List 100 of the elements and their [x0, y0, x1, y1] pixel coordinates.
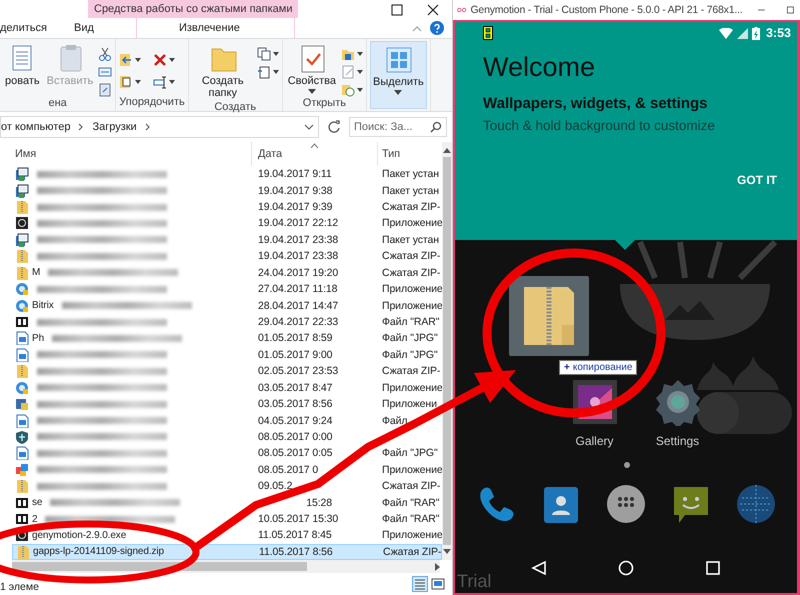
type-cell: Приложение	[382, 283, 443, 296]
column-header[interactable]: Тип	[378, 142, 440, 166]
app-shortcut[interactable]: Settings	[654, 378, 702, 448]
caret-icon[interactable]	[357, 88, 364, 92]
file-row[interactable]: 19.04.2017 9:38 Пакет устан	[0, 182, 442, 199]
scroll-down-icon[interactable]	[443, 549, 451, 554]
vertical-scrollbar[interactable]	[442, 142, 452, 560]
copy-path-icon[interactable]	[98, 65, 112, 79]
file-row[interactable]: 08.05.2017 0 Приложение	[0, 462, 442, 478]
details-view-icon[interactable]	[412, 576, 428, 592]
ribbon-button[interactable]: Создать папку	[192, 41, 254, 101]
caret-icon[interactable]	[135, 58, 142, 62]
got-it-button[interactable]: GOT IT	[729, 169, 785, 191]
move-to-icon[interactable]	[119, 53, 134, 67]
file-row[interactable]: 03.05.2017 8:56 Приложени	[0, 396, 442, 412]
file-row[interactable]: 19.04.2017 9:11 Пакет устан	[0, 166, 442, 182]
caret-icon[interactable]	[357, 70, 364, 74]
ribbon-tab[interactable]: Вид	[74, 18, 106, 38]
refresh-icon[interactable]	[327, 120, 341, 134]
file-row[interactable]: 27.04.2017 11:18 Приложение	[0, 280, 442, 298]
file-name: genymotion-2.9.0.exe	[32, 530, 126, 541]
large-icons-view-icon[interactable]	[430, 576, 446, 592]
new-item-icon[interactable]	[256, 47, 271, 61]
ribbon-tab[interactable]: Извлечение	[136, 18, 295, 38]
type-cell: Сжатая ZIP-	[382, 250, 440, 262]
file-row[interactable]: Ph 01.05.2017 8:59 Файл "JPG"	[0, 330, 442, 347]
date-cell: 08.05.2017 0	[258, 464, 318, 476]
clock: 3:53	[766, 26, 791, 40]
file-row[interactable]: 19.04.2017 22:12 Приложение	[0, 215, 442, 232]
caret-icon[interactable]	[272, 70, 279, 74]
file-row[interactable]: 02.05.2017 23:53 Сжатая ZIP-	[0, 363, 442, 380]
ribbon-tab[interactable]: делиться	[0, 18, 74, 38]
scroll-up-icon[interactable]	[443, 148, 451, 153]
close-icon[interactable]	[427, 4, 439, 16]
scroll-right-icon[interactable]	[435, 562, 440, 570]
page-indicator-dot[interactable]	[624, 462, 630, 468]
history-icon[interactable]	[341, 83, 356, 97]
ribbon-button[interactable]: ровать	[3, 41, 42, 97]
globe-icon[interactable]	[736, 484, 776, 524]
file-row[interactable]: 2 10.05.2017 15:30 Файл "RAR"	[0, 510, 442, 528]
collapse-ribbon-icon[interactable]	[412, 24, 422, 32]
open-folder-icon[interactable]	[341, 47, 356, 61]
zip-folder-icon	[16, 544, 30, 559]
file-row[interactable]: 19.04.2017 23:38 Пакет устан	[0, 232, 442, 248]
app-shortcut[interactable]: Gallery	[570, 378, 618, 448]
scroll-thumb[interactable]	[443, 157, 451, 545]
archive-icon	[15, 315, 29, 329]
caret-icon[interactable]	[357, 52, 364, 56]
file-row[interactable]: M 24.04.2017 19:20 Сжатая ZIP-	[0, 264, 442, 281]
file-row[interactable]: 09.05.2 Сжатая ZIP-	[0, 478, 442, 494]
search-field[interactable]: Поиск: За...	[349, 117, 447, 137]
caret-icon[interactable]	[135, 80, 142, 84]
file-row[interactable]: 04.05.2017 9:24 Файл	[0, 412, 442, 429]
file-row[interactable]: se 15:28 Файл "RAR"	[0, 494, 442, 511]
breadcrumb[interactable]: Загрузки	[92, 121, 137, 133]
type-cell: Файл	[382, 414, 408, 427]
paste-shortcut-icon[interactable]	[98, 83, 112, 97]
breadcrumb[interactable]: от компьютер	[1, 121, 70, 133]
copy-to-icon[interactable]	[119, 75, 134, 89]
status-text: 1 элеме	[0, 581, 39, 595]
caret-icon[interactable]	[272, 52, 279, 56]
dragged-file-tile[interactable]	[509, 276, 589, 356]
file-row[interactable]: 19.04.2017 23:38 Сжатая ZIP-	[0, 248, 442, 265]
column-header[interactable]: Дата	[252, 142, 378, 166]
scissors-icon[interactable]	[98, 47, 112, 61]
date-cell: 04.05.2017 9:24	[258, 414, 332, 427]
file-row[interactable]: genymotion-2.9.0.exe 11.05.2017 8:45 Приложение	[0, 527, 442, 544]
caret-icon[interactable]	[169, 58, 176, 62]
maximize-icon[interactable]	[787, 5, 794, 15]
caret-icon[interactable]	[169, 80, 176, 84]
signal-icon	[736, 28, 748, 38]
app-drawer-icon[interactable]	[606, 484, 646, 524]
file-row[interactable]: Bitrix 28.04.2017 14:47 Приложение	[0, 297, 442, 314]
home-icon[interactable]	[618, 560, 634, 576]
rename-icon[interactable]	[153, 75, 168, 89]
file-row[interactable]: 01.05.2017 9:00 Файл "JPG"	[0, 346, 442, 364]
type-cell: Пакет устан	[382, 184, 439, 197]
date-cell: 19.04.2017 22:12	[258, 217, 338, 230]
help-icon[interactable]	[430, 21, 444, 35]
file-row[interactable]: 03.05.2017 8:47 Приложение	[0, 379, 442, 396]
ribbon-button[interactable]: Выделить	[370, 41, 427, 109]
file-name: 2	[32, 514, 38, 525]
date-cell: 28.04.2017 14:47	[258, 300, 338, 312]
file-row[interactable]: gapps-lp-20141109-signed.zip 11.05.2017 8:56 Сжатая ZIP-	[12, 544, 442, 560]
file-row[interactable]: 29.04.2017 22:33 Файл "RAR"	[0, 314, 442, 330]
maximize-icon[interactable]	[391, 4, 403, 16]
delete-icon[interactable]	[153, 53, 168, 67]
notification-icon	[483, 26, 493, 40]
address-bar[interactable]: от компьютер Загрузки	[0, 116, 319, 138]
column-header[interactable]: Имя	[0, 142, 252, 166]
file-row[interactable]: 19.04.2017 9:39 Сжатая ZIP-	[0, 198, 442, 216]
dropdown-icon[interactable]	[304, 124, 314, 130]
back-icon[interactable]	[530, 560, 547, 576]
file-row[interactable]: 08.05.2017 0:05 Файл "JPG"	[0, 445, 442, 462]
recents-icon[interactable]	[705, 560, 722, 576]
horizontal-scrollbar[interactable]	[12, 560, 440, 573]
ribbon-button[interactable]: Свойства	[286, 41, 338, 97]
scroll-thumb[interactable]	[12, 562, 307, 571]
file-row[interactable]: 08.05.2017 0:00	[0, 428, 442, 446]
easy-access-icon[interactable]	[256, 65, 271, 79]
